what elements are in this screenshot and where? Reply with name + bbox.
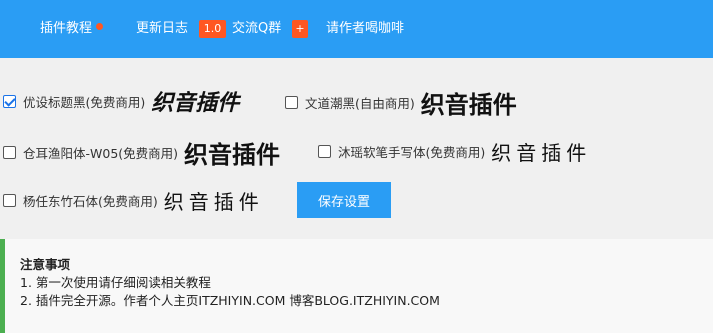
font-option-canger[interactable]: 仓耳渔阳体-W05(免费商用) 织音插件 [3, 135, 280, 170]
qq-group-badge: + [292, 20, 308, 38]
top-nav-bar: 插件教程 更新日志 1.0 交流Q群 + 请作者喝咖啡 [0, 0, 713, 58]
notification-dot [96, 23, 104, 30]
font-option-youshe[interactable]: 优设标题黑(免费商用) 织音插件 [3, 85, 239, 117]
font-option-label: 文道潮黑(自由商用) [305, 96, 415, 111]
nav-tutorial-label: 插件教程 [40, 21, 93, 36]
font-option-muyao[interactable]: 沐瑶软笔手写体(免费商用) 织音插件 [318, 137, 591, 166]
font-sample-preview: 织音插件 [491, 141, 592, 165]
notice-title: 注意事项 [20, 257, 71, 272]
font-checkbox[interactable] [285, 96, 298, 109]
save-settings-button[interactable]: 保存设置 [297, 182, 391, 218]
font-checkbox[interactable] [3, 194, 16, 207]
font-checkbox[interactable] [3, 94, 16, 108]
font-option-yangrendong[interactable]: 杨任东竹石体(免费商用) 织音插件 [3, 186, 264, 215]
font-option-wendao[interactable]: 文道潮黑(自由商用) 织音插件 [285, 85, 517, 120]
notice-line: 1. 第一次使用请仔细阅读相关教程 [20, 275, 211, 290]
font-option-label: 仓耳渔阳体-W05(免费商用) [23, 146, 179, 161]
nav-tutorial-link[interactable]: 插件教程 [40, 20, 104, 38]
notice-panel: 注意事项 1. 第一次使用请仔细阅读相关教程 2. 插件完全开源。作者个人主页I… [0, 239, 713, 333]
font-sample-preview: 织音插件 [163, 190, 264, 214]
font-sample-preview: 织音插件 [151, 91, 240, 116]
version-badge: 1.0 [199, 20, 226, 38]
notice-line: 2. 插件完全开源。作者个人主页ITZHIYIN.COM 博客BLOG.ITZH… [20, 293, 440, 308]
font-sample-preview: 织音插件 [420, 91, 517, 119]
nav-coffee-link[interactable]: 请作者喝咖啡 [326, 20, 404, 38]
font-option-label: 优设标题黑(免费商用) [23, 94, 146, 110]
font-option-label: 杨任东竹石体(免费商用) [23, 194, 158, 209]
font-sample-preview: 织音插件 [184, 141, 281, 169]
nav-changelog-link[interactable]: 更新日志 [136, 20, 188, 38]
font-checkbox[interactable] [3, 146, 16, 159]
nav-qq-group-link[interactable]: 交流Q群 [232, 20, 281, 38]
font-checkbox[interactable] [318, 145, 331, 158]
font-option-label: 沐瑶软笔手写体(免费商用) [338, 145, 486, 160]
